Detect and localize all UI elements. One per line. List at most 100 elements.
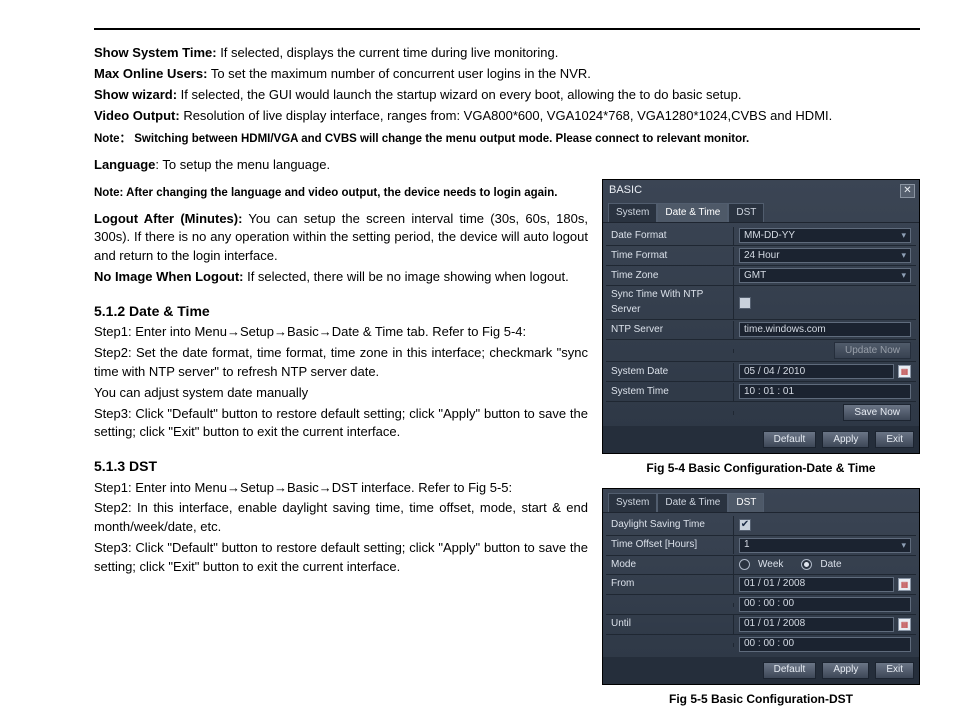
- label: Language: [94, 157, 155, 172]
- label-offset: Time Offset [Hours]: [606, 536, 734, 555]
- apply-button[interactable]: Apply: [822, 662, 869, 679]
- text: If selected, there will be no image show…: [243, 269, 568, 284]
- note-text: After changing the language and video ou…: [123, 187, 557, 199]
- default-button[interactable]: Default: [763, 431, 817, 448]
- t: Step1: Enter into Menu: [94, 324, 227, 339]
- label-from: From: [606, 575, 734, 594]
- t: Basic: [287, 324, 319, 339]
- para-show-wizard: Show wizard: If selected, the GUI would …: [94, 86, 920, 105]
- para-video-output: Video Output: Resolution of live display…: [94, 107, 920, 126]
- note-label: Note:: [94, 187, 123, 199]
- arrow-icon: →: [227, 324, 240, 339]
- exit-button[interactable]: Exit: [875, 662, 914, 679]
- checkbox-dst[interactable]: ✔: [739, 519, 751, 531]
- label-time-format: Time Format: [606, 247, 734, 266]
- para-logout-after: Logout After (Minutes): You can setup th…: [94, 210, 588, 267]
- label-date-format: Date Format: [606, 227, 734, 246]
- calendar-icon[interactable]: ▦: [898, 618, 911, 631]
- tabs: System Date & Time DST: [603, 489, 919, 514]
- tab-dst[interactable]: DST: [728, 493, 764, 513]
- t: Date & Time tab. Refer to Fig 5-4:: [332, 324, 526, 339]
- chevron-down-icon: ▾: [901, 539, 906, 552]
- fig55-panel: System Date & Time DST Daylight Saving T…: [602, 488, 920, 686]
- label-dst: Daylight Saving Time: [606, 516, 734, 535]
- radio-week[interactable]: [739, 559, 750, 570]
- tab-date-time[interactable]: Date & Time: [657, 203, 728, 223]
- t: Setup: [240, 324, 274, 339]
- update-now-button[interactable]: Update Now: [834, 342, 911, 359]
- value: GMT: [744, 269, 766, 284]
- t: Basic: [287, 480, 319, 495]
- text: Resolution of live display interface, ra…: [180, 108, 833, 123]
- s513-step2: Step2: In this interface, enable dayligh…: [94, 499, 588, 537]
- input-system-time[interactable]: 10 : 01 : 01: [739, 384, 911, 399]
- checkbox-sync-ntp[interactable]: [739, 297, 751, 309]
- fig54-panel: BASIC ✕ System Date & Time DST Date Form…: [602, 179, 920, 454]
- chevron-down-icon: ▾: [901, 249, 906, 262]
- main-text-column: Show System Time: If selected, displays …: [94, 44, 920, 719]
- label: Show System Time:: [94, 45, 217, 60]
- tab-dst[interactable]: DST: [728, 203, 764, 223]
- input-until-time[interactable]: 00 : 00 : 00: [739, 637, 911, 652]
- panel-titlebar: BASIC ✕: [603, 180, 919, 201]
- label-system-time: System Time: [606, 383, 734, 402]
- para-max-online: Max Online Users: To set the maximum num…: [94, 65, 920, 84]
- label-time-zone: Time Zone: [606, 267, 734, 286]
- label: Max Online Users:: [94, 66, 207, 81]
- chevron-down-icon: ▾: [901, 269, 906, 282]
- text: : To setup the menu language.: [155, 157, 330, 172]
- select-offset[interactable]: 1▾: [739, 538, 911, 553]
- select-time-zone[interactable]: GMT ▾: [739, 268, 911, 283]
- select-date-format[interactable]: MM-DD-YY▾: [739, 228, 911, 243]
- text: If selected, the GUI would launch the st…: [177, 87, 741, 102]
- t: DST interface. Refer to Fig 5-5:: [332, 480, 512, 495]
- radio-week-label: Week: [758, 558, 783, 573]
- save-now-button[interactable]: Save Now: [843, 404, 911, 421]
- apply-button[interactable]: Apply: [822, 431, 869, 448]
- s512-step3: Step3: Click "Default" button to restore…: [94, 405, 588, 443]
- tabs: System Date & Time DST: [603, 201, 919, 224]
- value: 24 Hour: [744, 249, 780, 264]
- calendar-icon[interactable]: ▦: [898, 578, 911, 591]
- page-rule: [94, 28, 920, 30]
- exit-button[interactable]: Exit: [875, 431, 914, 448]
- input-until-date[interactable]: 01 / 01 / 2008: [739, 617, 894, 632]
- radio-date[interactable]: [801, 559, 812, 570]
- note-label: Note：: [94, 133, 131, 145]
- label-mode: Mode: [606, 556, 734, 575]
- t: Setup: [240, 480, 274, 495]
- default-button[interactable]: Default: [763, 662, 817, 679]
- tab-system[interactable]: System: [608, 203, 657, 223]
- label: No Image When Logout:: [94, 269, 243, 284]
- arrow-icon: →: [227, 480, 240, 495]
- close-icon[interactable]: ✕: [900, 184, 915, 198]
- s512-adjust: You can adjust system date manually: [94, 384, 588, 403]
- calendar-icon[interactable]: ▦: [898, 365, 911, 378]
- radio-date-label: Date: [820, 558, 841, 573]
- note-text: Switching between HDMI/VGA and CVBS will…: [134, 133, 749, 145]
- note-hdmi-cvbs: Note： Switching between HDMI/VGA and CVB…: [94, 131, 920, 148]
- select-time-format[interactable]: 24 Hour ▾: [739, 248, 911, 263]
- label: Show wizard:: [94, 87, 177, 102]
- tab-system[interactable]: System: [608, 493, 657, 513]
- s513-step1: Step1: Enter into Menu→Setup→Basic→DST i…: [94, 479, 588, 498]
- para-language: Language: To setup the menu language.: [94, 156, 920, 175]
- arrow-icon: →: [319, 324, 332, 339]
- arrow-icon: →: [274, 324, 287, 339]
- label-system-date: System Date: [606, 363, 734, 382]
- label: Video Output:: [94, 108, 180, 123]
- fig54-caption: Fig 5-4 Basic Configuration-Date & Time: [602, 460, 920, 477]
- label-sync-ntp: Sync Time With NTP Server: [606, 286, 734, 319]
- input-from-date[interactable]: 01 / 01 / 2008: [739, 577, 894, 592]
- input-from-time[interactable]: 00 : 00 : 00: [739, 597, 911, 612]
- para-no-image: No Image When Logout: If selected, there…: [94, 268, 588, 287]
- tab-date-time[interactable]: Date & Time: [657, 493, 728, 513]
- chevron-down-icon: ▾: [901, 229, 906, 242]
- para-show-system-time: Show System Time: If selected, displays …: [94, 44, 920, 63]
- s512-step1: Step1: Enter into Menu→Setup→Basic→Date …: [94, 323, 588, 342]
- fig55-caption: Fig 5-5 Basic Configuration-DST: [602, 691, 920, 708]
- input-system-date[interactable]: 05 / 04 / 2010: [739, 364, 894, 379]
- panel-title-text: BASIC: [609, 183, 642, 199]
- input-ntp-server[interactable]: time.windows.com: [739, 322, 911, 337]
- s512-step2: Step2: Set the date format, time format,…: [94, 344, 588, 382]
